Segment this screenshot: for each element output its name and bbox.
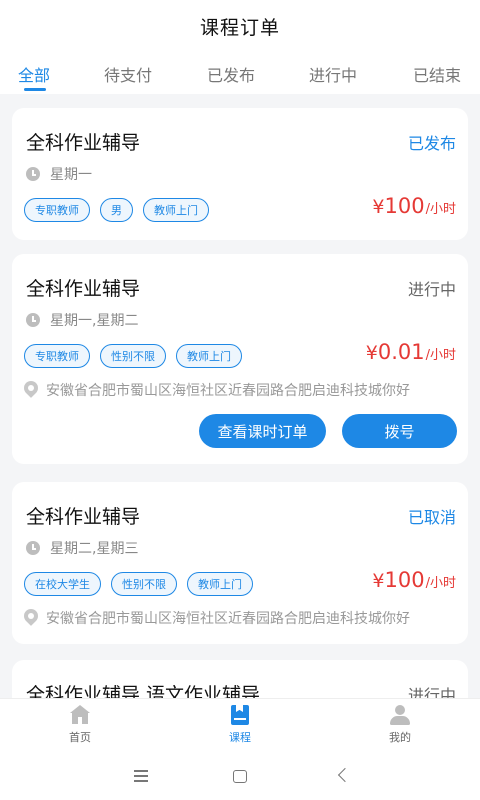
page-title: 课程订单 [199,16,280,39]
price-unit: /小时 [425,348,456,363]
tag: 男 [100,198,133,222]
profile-icon [389,705,411,725]
price-currency: ¥ [365,342,378,364]
tag: 教师上门 [187,572,253,596]
order-status: 已发布 [407,134,456,153]
back-icon[interactable] [334,766,354,786]
nav-course[interactable]: 课程 [200,705,280,745]
price-currency: ¥ [372,570,385,592]
tag: 专职教师 [24,198,90,222]
dial-button[interactable]: 拨号 [342,414,457,448]
order-title: 全科作业辅导 [26,506,141,528]
price: ¥ 100 /小时 [372,194,456,218]
order-tabs: 全部 待支付 已发布 进行中 已结束 [0,52,480,94]
address-text: 安徽省合肥市蜀山区海恒社区近春园路合肥启迪科技城你好 [46,383,410,399]
nav-profile[interactable]: 我的 [360,705,440,745]
location-pin-icon [21,606,41,627]
address-row: 安徽省合肥市蜀山区海恒社区近春园路合肥启迪科技城你好 [21,378,410,400]
schedule-row: 星期二,星期三 [26,538,138,558]
tab-all[interactable]: 全部 [18,62,50,86]
schedule-text: 星期一,星期二 [50,313,139,329]
price: ¥ 100 /小时 [372,568,456,592]
page-header: 课程订单 [0,0,480,52]
price: ¥ 0.01 /小时 [366,340,456,364]
tag: 在校大学生 [24,572,101,596]
order-card[interactable]: 全科作业辅导 已取消 星期二,星期三 在校大学生 性别不限 教师上门 ¥ 100… [12,482,468,644]
tag: 教师上门 [143,198,209,222]
order-card[interactable]: 全科作业辅导,语文作业辅导 进行中 [12,660,468,698]
order-title: 全科作业辅导 [26,132,141,154]
order-list: 全科作业辅导 已发布 星期一 专职教师 男 教师上门 ¥ 100 /小时 全科作… [0,94,480,698]
nav-label: 课程 [229,731,251,744]
nav-label: 我的 [389,731,411,744]
tag-list: 在校大学生 性别不限 教师上门 [24,572,253,596]
order-card[interactable]: 全科作业辅导 已发布 星期一 专职教师 男 教师上门 ¥ 100 /小时 [12,108,468,240]
course-icon [231,705,249,725]
price-amount: 100 [384,568,425,592]
nav-label: 首页 [69,731,91,744]
tag: 性别不限 [100,344,166,368]
schedule-row: 星期一 [26,164,92,184]
location-pin-icon [21,378,41,399]
system-nav-bar [0,752,480,800]
tab-finished[interactable]: 已结束 [413,62,461,86]
tab-in-progress[interactable]: 进行中 [309,62,357,86]
tab-pending-payment[interactable]: 待支付 [104,62,152,86]
price-unit: /小时 [425,202,456,217]
address-row: 安徽省合肥市蜀山区海恒社区近春园路合肥启迪科技城你好 [21,606,410,628]
view-lesson-orders-button[interactable]: 查看课时订单 [199,414,326,448]
price-currency: ¥ [372,196,385,218]
price-amount: 100 [384,194,425,218]
clock-icon [26,167,40,181]
schedule-text: 星期二,星期三 [50,541,139,557]
order-card[interactable]: 全科作业辅导 进行中 星期一,星期二 专职教师 性别不限 教师上门 ¥ 0.01… [12,254,468,464]
tag-list: 专职教师 男 教师上门 [24,198,209,222]
address-text: 安徽省合肥市蜀山区海恒社区近春园路合肥启迪科技城你好 [46,611,410,627]
tag: 专职教师 [24,344,90,368]
schedule-row: 星期一,星期二 [26,310,138,330]
active-tab-indicator [24,88,46,91]
order-title: 全科作业辅导,语文作业辅导 [26,684,261,698]
tag-list: 专职教师 性别不限 教师上门 [24,344,242,368]
tag: 教师上门 [176,344,242,368]
nav-home[interactable]: 首页 [40,705,120,745]
price-amount: 0.01 [377,340,425,364]
tab-published[interactable]: 已发布 [207,62,255,86]
price-unit: /小时 [425,576,456,591]
order-status: 已取消 [407,508,456,527]
clock-icon [26,541,40,555]
order-title: 全科作业辅导 [26,278,141,300]
menu-icon[interactable] [132,766,152,786]
order-status: 进行中 [407,280,456,299]
tag: 性别不限 [111,572,177,596]
clock-icon [26,313,40,327]
home-icon [69,705,91,725]
schedule-text: 星期一 [50,167,92,183]
home-square-icon[interactable] [233,770,247,783]
bottom-nav: 首页 课程 我的 [0,698,480,752]
order-status: 进行中 [407,686,456,698]
